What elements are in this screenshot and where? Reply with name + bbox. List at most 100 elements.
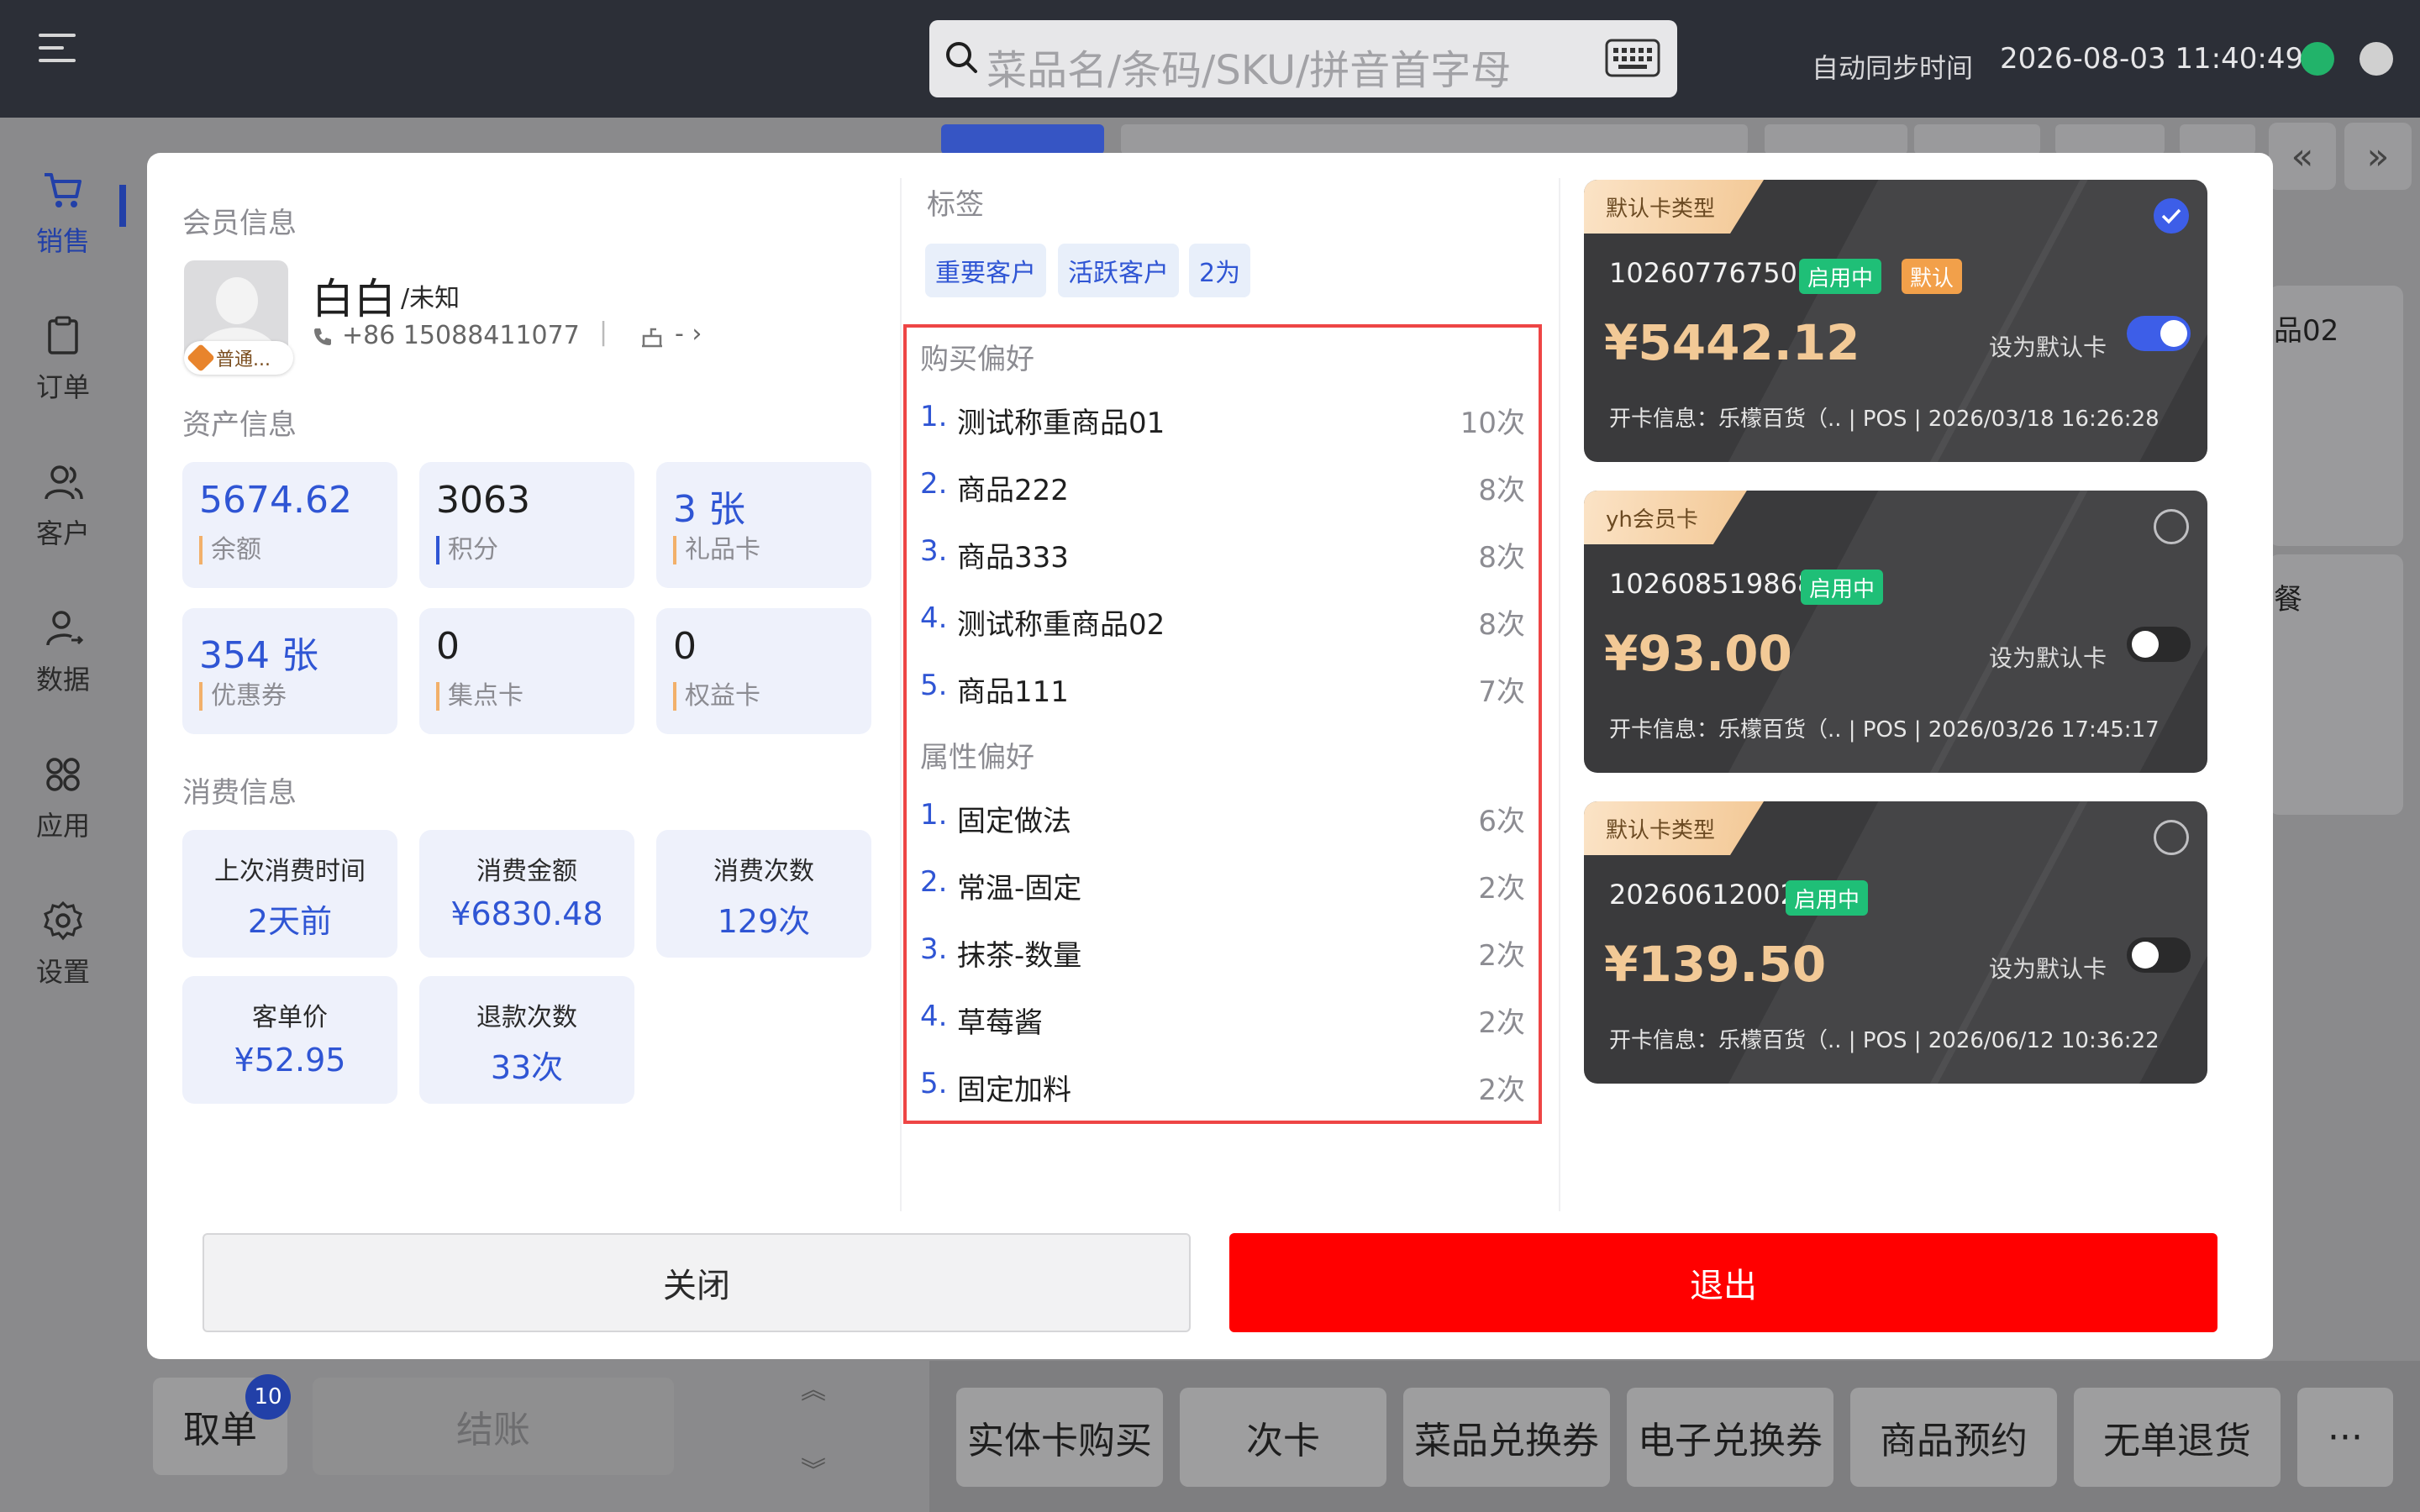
row-index: 3. [920,534,948,568]
member-card[interactable]: 默认卡类型 20260612002 启用中 ¥139.50 设为默认卡 开卡信息… [1584,801,2207,1084]
search-input[interactable]: 菜品名/条码/SKU/拼音首字母 [929,20,1677,97]
hamburger-menu-icon[interactable] [39,34,76,62]
tag-chip: 活跃客户 [1058,244,1179,297]
row-name: 商品111 [957,675,1069,709]
row-name: 抹茶-数量 [957,939,1082,973]
physical-card-purchase-button[interactable]: 实体卡购买 [956,1388,1163,1487]
background-category-tab[interactable] [1121,124,1748,155]
asset-value: 3 张 [673,488,745,531]
background-category-tab[interactable] [941,124,1104,155]
gear-icon [44,900,82,941]
asset-stamp-card-tile[interactable]: 0 集点卡 [419,608,634,734]
keyboard-icon[interactable] [1605,39,1660,77]
count-card-button[interactable]: 次卡 [1180,1388,1386,1487]
member-gender: /未知 [401,284,460,313]
e-voucher-button[interactable]: 电子兑换券 [1627,1388,1833,1487]
set-default-toggle[interactable] [2127,627,2191,662]
row-count: 2次 [1478,1006,1525,1040]
attribute-preference-title: 属性偏好 [920,741,1034,774]
asset-points-tile[interactable]: 3063 积分 [419,462,634,588]
background-product-name: 品02 [2274,314,2339,348]
set-default-toggle[interactable] [2127,937,2191,973]
consumption-value: ¥52.95 [234,1042,346,1079]
page-next-button[interactable]: » [2344,123,2412,190]
card-number: 102607767503 [1609,257,1815,289]
consumption-value: 33次 [490,1049,564,1086]
sidebar-item-sales[interactable]: 销售 [0,168,126,294]
row-name: 商品333 [957,541,1069,575]
top-bar: 菜品名/条码/SKU/拼音首字母 自动同步时间 2026-08-03 11:40… [0,0,2420,118]
purchase-preference-row: 1. 测试称重商品01 10次 [920,400,1525,450]
row-name: 固定做法 [957,805,1071,838]
asset-label: 礼品卡 [673,536,760,564]
card-status-badge: 启用中 [1786,880,1869,916]
sidebar-item-apps[interactable]: 应用 [0,753,126,879]
dish-voucher-button[interactable]: 菜品兑换券 [1403,1388,1610,1487]
sidebar-item-orders[interactable]: 订单 [0,314,126,440]
row-index: 5. [920,669,948,702]
row-index: 2. [920,467,948,501]
connection-status-icon[interactable] [2360,42,2393,76]
asset-value: 5674.62 [199,479,352,522]
sidebar-item-customers[interactable]: 客户 [0,460,126,586]
member-card[interactable]: 默认卡类型 102607767503 启用中 默认 ¥5442.12 设为默认卡… [1584,180,2207,462]
product-reservation-button[interactable]: 商品预约 [1850,1388,2057,1487]
row-count: 7次 [1478,675,1525,709]
card-select-radio[interactable] [2154,509,2189,544]
purchase-preference-row: 4. 测试称重商品02 8次 [920,601,1525,652]
background-category-tab[interactable] [1765,124,1907,155]
row-name: 常温-固定 [957,872,1082,906]
member-card[interactable]: yh会员卡 102608519868 启用中 ¥93.00 设为默认卡 开卡信息… [1584,491,2207,773]
preferences-panel: 购买偏好 1. 测试称重商品01 10次 2. 商品222 8次 3. 商品33… [903,324,1542,1124]
chevron-up-icon[interactable]: ︽ [798,1369,829,1405]
asset-gift-card-tile[interactable]: 3 张 礼品卡 [656,462,871,588]
asset-balance-tile[interactable]: 5674.62 余额 [182,462,397,588]
background-category-tab[interactable] [1914,124,2040,155]
sidebar-item-label: 应用 [35,810,90,842]
apps-icon [46,758,80,791]
sidebar-item-settings[interactable]: 设置 [0,899,126,1025]
set-default-toggle[interactable] [2127,316,2191,351]
row-index: 1. [920,798,948,832]
background-category-tab[interactable] [2180,124,2255,155]
purchase-preference-row: 2. 商品222 8次 [920,467,1525,517]
row-index: 3. [920,932,948,966]
row-index: 4. [920,1000,948,1033]
card-status-badge: 启用中 [1801,570,1884,605]
asset-label: 余额 [199,536,261,564]
assets-info-title: 资产信息 [182,408,297,442]
card-type-label: 默认卡类型 [1584,801,1764,855]
sidebar-item-label: 数据 [35,664,90,696]
no-receipt-return-button[interactable]: 无单退货 [2074,1388,2281,1487]
user-data-icon [46,611,84,646]
card-open-info: 开卡信息：乐檬百货（.. | POS | 2026/03/26 17:45:17 [1609,717,2160,743]
column-divider [1559,178,1560,1211]
asset-benefit-card-tile[interactable]: 0 权益卡 [656,608,871,734]
checkout-button[interactable]: 结账 [313,1378,674,1475]
page-prev-button[interactable]: « [2269,123,2336,190]
consumption-value: ¥6830.48 [450,895,603,932]
more-options-button[interactable]: ··· [2297,1388,2393,1487]
asset-coupon-tile[interactable]: 354 张 优惠券 [182,608,397,734]
member-store-link[interactable]: - › [675,319,702,349]
card-open-info: 开卡信息：乐檬百货（.. | POS | 2026/03/18 16:26:28 [1609,407,2160,432]
card-select-radio[interactable] [2154,820,2189,855]
row-name: 固定加料 [957,1074,1071,1107]
member-info-title: 会员信息 [182,207,297,240]
sidebar-item-data[interactable]: 数据 [0,606,126,732]
card-type-label: yh会员卡 [1584,491,1747,544]
wifi-icon[interactable] [2301,42,2334,76]
consumption-value: 129次 [717,903,811,940]
background-category-tab[interactable] [2055,124,2165,155]
close-button[interactable]: 关闭 [203,1233,1191,1332]
chevron-down-icon[interactable]: ︾ [798,1450,829,1486]
clipboard-icon [48,316,78,354]
asset-label: 权益卡 [673,682,760,711]
attribute-preference-row: 4. 草莓酱 2次 [920,1000,1525,1050]
sidebar-item-label: 销售 [35,225,90,257]
column-divider [900,178,902,1211]
card-select-radio[interactable] [2154,198,2189,234]
search-icon [946,42,977,73]
exit-button[interactable]: 退出 [1229,1233,2217,1332]
row-count: 10次 [1460,407,1525,440]
